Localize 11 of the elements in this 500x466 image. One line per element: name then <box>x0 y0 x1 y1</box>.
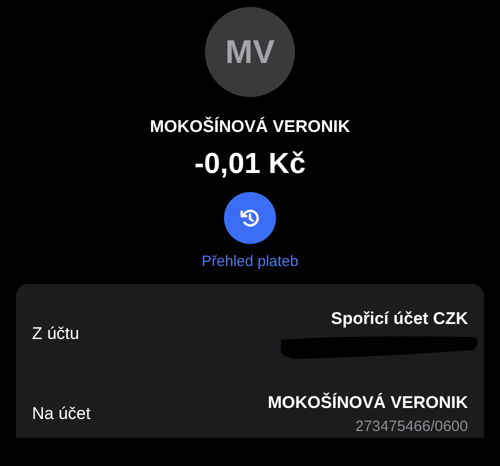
account-number: 273475466/0600 <box>355 418 468 435</box>
avatar: MV <box>205 7 295 97</box>
history-button[interactable] <box>224 192 276 244</box>
amount: -0,01 Kč <box>194 148 306 181</box>
payment-overview-link[interactable]: Přehled plateb <box>202 253 298 270</box>
field-value: Spořicí účet CZK <box>331 308 468 328</box>
field-label: Na účet <box>32 404 91 424</box>
payee-name: MOKOŠÍNOVÁ VERONIK <box>150 117 350 137</box>
field-label: Z účtu <box>32 324 80 344</box>
history-icon <box>239 207 261 229</box>
field-value: MOKOŠÍNOVÁ VERONIK <box>268 393 468 413</box>
